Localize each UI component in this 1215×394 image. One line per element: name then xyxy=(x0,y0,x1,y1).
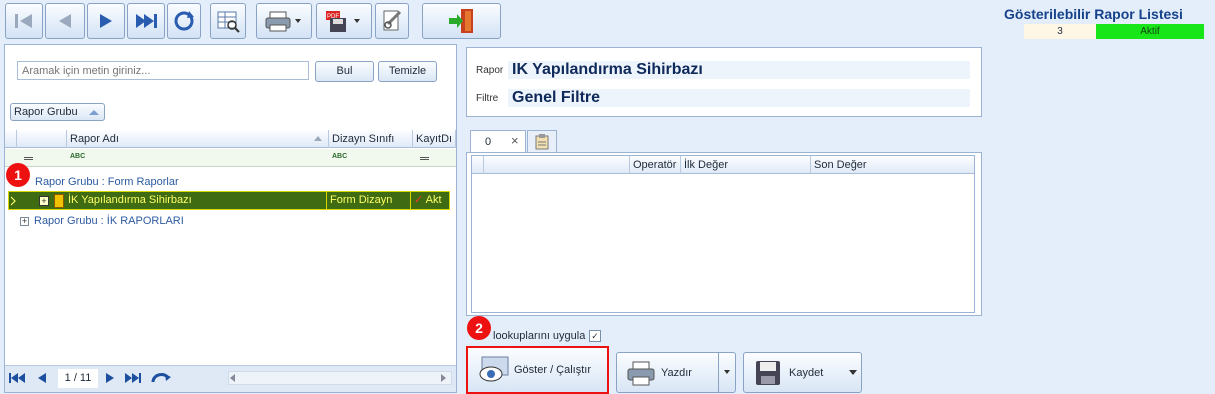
filter-equals-icon xyxy=(24,157,33,160)
column-design-class[interactable]: Dizayn Sınıfı xyxy=(329,130,413,148)
search-input[interactable] xyxy=(17,61,309,80)
row-indicator-header xyxy=(5,130,17,148)
print-menu-button[interactable] xyxy=(256,3,312,39)
grid-preview-button[interactable] xyxy=(210,3,246,39)
pdf-save-icon: PDF xyxy=(326,11,360,32)
printer-icon xyxy=(627,361,655,385)
show-run-label: Göster / Çalıştır xyxy=(514,364,592,376)
sort-indicator-icon xyxy=(314,136,322,141)
refresh-icon xyxy=(174,11,194,31)
filter-tab-0[interactable]: 0 × xyxy=(470,130,526,153)
group-row-ik-raporlari[interactable]: + Rapor Grubu : İK RAPORLARI xyxy=(20,213,184,229)
chevron-down-icon xyxy=(724,370,730,374)
check-icon: ✓ xyxy=(414,194,424,206)
clipboard-icon xyxy=(535,134,549,150)
expand-header xyxy=(17,130,67,148)
scroll-left-icon[interactable] xyxy=(230,374,236,382)
record-status-value: Akt xyxy=(425,194,442,206)
filtre-label: Filtre xyxy=(476,93,499,104)
tab-label: 0 xyxy=(485,136,492,148)
tab-clipboard[interactable] xyxy=(527,130,557,152)
print-button[interactable]: Yazdır xyxy=(616,352,736,393)
save-label: Kaydet xyxy=(789,366,824,379)
pdf-save-button[interactable]: PDF xyxy=(316,3,372,39)
report-type-icon xyxy=(54,194,64,208)
last-record-button[interactable] xyxy=(127,3,165,39)
filter-col-name xyxy=(484,156,630,174)
column-first-value[interactable]: İlk Değer xyxy=(681,156,811,174)
pager-refresh-icon[interactable] xyxy=(150,369,172,387)
column-report-name[interactable]: Rapor Adı xyxy=(67,130,329,148)
prev-record-button[interactable] xyxy=(45,3,85,39)
floppy-icon xyxy=(756,360,780,385)
clear-button[interactable]: Temizle xyxy=(378,61,437,82)
close-tab-icon[interactable]: × xyxy=(511,133,519,148)
horizontal-scrollbar[interactable] xyxy=(228,371,452,385)
next-record-button[interactable] xyxy=(87,3,125,39)
pager-first-icon[interactable] xyxy=(8,371,26,385)
expand-row-icon[interactable]: + xyxy=(39,196,49,206)
rapor-label: Rapor xyxy=(476,65,504,76)
show-run-button[interactable]: Göster / Çalıştır xyxy=(466,346,609,394)
pager-next-icon[interactable] xyxy=(104,371,116,385)
column-record-status[interactable]: KayıtDı xyxy=(413,130,456,148)
exit-icon xyxy=(448,9,473,33)
filter-grid-header: Operatör İlk Değer Son Değer xyxy=(472,156,974,174)
abc-filter-icon: ABC xyxy=(70,153,86,160)
pager-last-icon[interactable] xyxy=(124,371,144,385)
record-status-cell: ✓ Akt xyxy=(411,192,451,209)
row-pointer-icon xyxy=(10,196,16,206)
first-icon xyxy=(15,14,32,28)
scroll-right-icon[interactable] xyxy=(441,374,447,382)
grid-preview-icon xyxy=(217,11,240,33)
lookup-checkbox[interactable]: ✓ xyxy=(589,330,601,342)
design-class-cell: Form Dizayn xyxy=(327,192,411,209)
group-label: Rapor Grubu : Form Raporlar xyxy=(35,176,179,188)
step-badge-1: 1 xyxy=(6,163,30,187)
filter-grid xyxy=(471,155,975,313)
filtre-value: Genel Filtre xyxy=(508,89,970,107)
report-design-button[interactable] xyxy=(375,3,409,39)
print-icon xyxy=(265,11,301,32)
filter-equals-icon-2 xyxy=(420,157,429,160)
report-count: 3 xyxy=(1024,24,1096,39)
print-label: Yazdır xyxy=(661,366,692,379)
eye-report-icon xyxy=(479,356,509,382)
table-row-selected[interactable]: + İK Yapılandırma Sihirbazı Form Dizayn … xyxy=(8,191,450,210)
filter-col-blank xyxy=(472,156,484,174)
next-icon xyxy=(100,14,112,28)
refresh-button[interactable] xyxy=(167,3,201,39)
report-name-cell: İK Yapılandırma Sihirbazı xyxy=(65,192,327,209)
find-button[interactable]: Bul xyxy=(315,61,374,82)
pager-prev-icon[interactable] xyxy=(36,371,48,385)
save-dropdown-icon[interactable] xyxy=(849,370,857,376)
save-button[interactable]: Kaydet xyxy=(743,352,862,393)
column-last-value[interactable]: Son Değer xyxy=(811,156,974,174)
sort-asc-icon xyxy=(89,110,99,115)
abc-filter-icon-2: ABC xyxy=(332,153,348,160)
group-chip-label: Rapor Grubu xyxy=(14,106,78,118)
grid-header: Rapor Adı Dizayn Sınıfı KayıtDı xyxy=(5,130,456,148)
pager-position: 1 / 11 xyxy=(58,369,98,388)
column-operator[interactable]: Operatör xyxy=(630,156,681,174)
group-label: Rapor Grubu : İK RAPORLARI xyxy=(34,215,184,227)
expand-group-icon[interactable]: + xyxy=(20,216,29,226)
report-design-icon xyxy=(383,10,402,31)
exit-button[interactable] xyxy=(422,3,501,39)
prev-icon xyxy=(59,14,71,28)
status-badge: Aktif xyxy=(1096,24,1204,39)
rapor-value: IK Yapılandırma Sihirbazı xyxy=(508,61,970,79)
group-row-form-raporlar[interactable]: Rapor Grubu : Form Raporlar xyxy=(35,174,179,190)
last-icon xyxy=(136,14,157,28)
step-badge-2: 2 xyxy=(467,316,491,340)
report-list-title: Gösterilebilir Rapor Listesi xyxy=(1004,6,1183,22)
lookup-label: lookuplarını uygula xyxy=(493,330,586,342)
first-record-button[interactable] xyxy=(5,3,43,39)
print-dropdown[interactable] xyxy=(718,353,736,392)
group-by-chip[interactable]: Rapor Grubu xyxy=(10,103,105,121)
